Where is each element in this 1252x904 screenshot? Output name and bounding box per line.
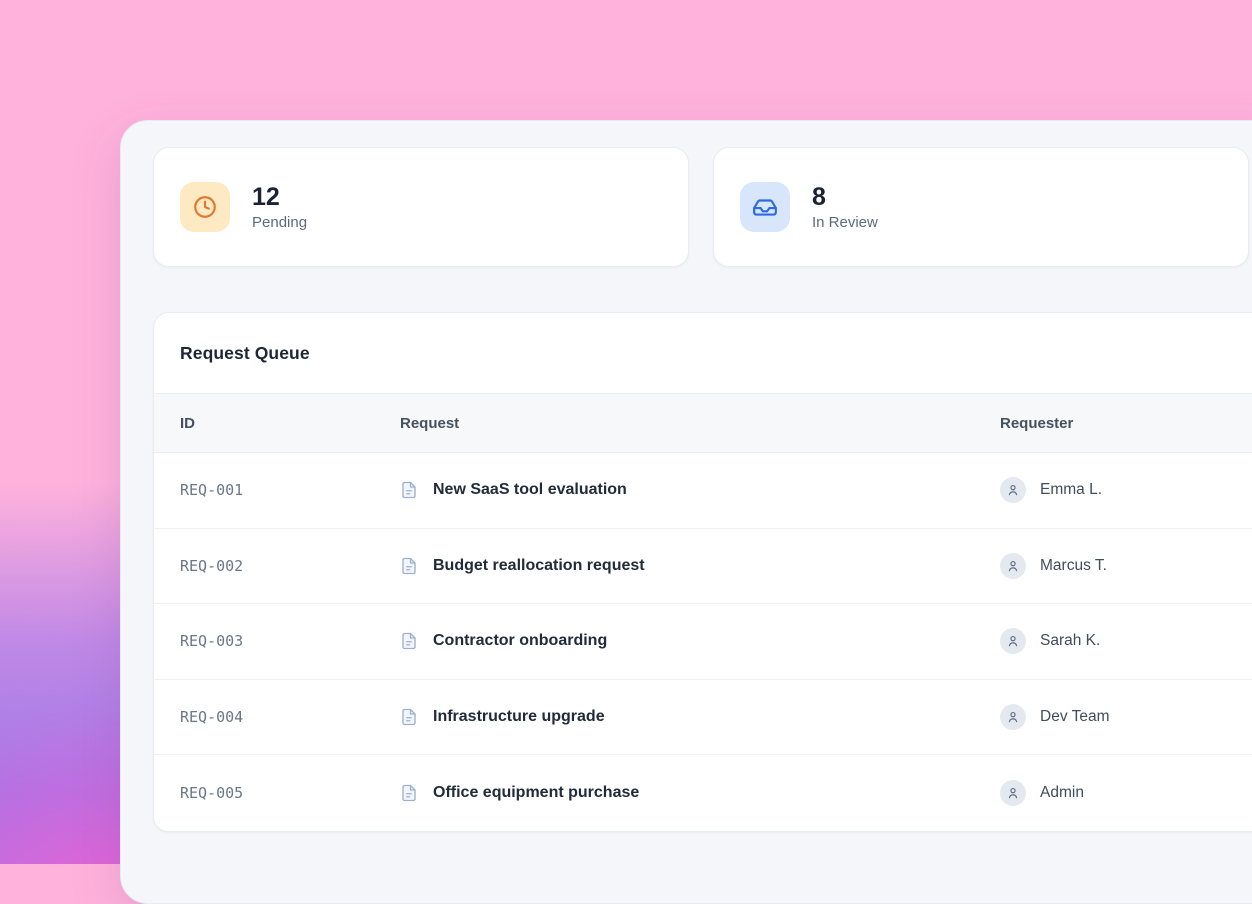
- requester-cell: Dev Team: [1000, 704, 1252, 730]
- request-title: Infrastructure upgrade: [433, 708, 605, 726]
- file-text-icon: [400, 631, 418, 651]
- stat-label: In Review: [812, 214, 878, 231]
- user-icon: [1006, 559, 1020, 573]
- avatar: [1000, 704, 1026, 730]
- request-cell: Budget reallocation request: [400, 556, 1000, 576]
- file-text-icon: [400, 707, 418, 727]
- request-cell: New SaaS tool evaluation: [400, 480, 1000, 500]
- stat-card-in-review[interactable]: 8 In Review: [713, 147, 1249, 267]
- request-id: REQ-002: [180, 557, 400, 575]
- table-row[interactable]: REQ-005 Office equipment purchase: [154, 755, 1252, 831]
- requester-name: Dev Team: [1040, 708, 1110, 726]
- request-id: REQ-004: [180, 708, 400, 726]
- table-title-bar: Request Queue: [154, 313, 1252, 393]
- requester-name: Sarah K.: [1040, 632, 1100, 650]
- column-header-requester: Requester: [1000, 415, 1252, 432]
- stat-value: 8: [812, 183, 878, 212]
- request-title: New SaaS tool evaluation: [433, 481, 627, 499]
- request-queue-card: Request Queue ID Request Requester REQ-0…: [153, 312, 1252, 832]
- main-panel: 12 Pending 8 In Review Request Queue ID …: [120, 120, 1252, 904]
- table-row[interactable]: REQ-001 New SaaS tool evaluation: [154, 453, 1252, 529]
- avatar: [1000, 477, 1026, 503]
- request-cell: Office equipment purchase: [400, 783, 1000, 803]
- table-row[interactable]: REQ-002 Budget reallocation request: [154, 529, 1252, 605]
- requester-cell: Admin: [1000, 780, 1252, 806]
- page-title: Request Queue: [180, 343, 310, 364]
- requester-name: Marcus T.: [1040, 557, 1107, 575]
- stat-text: 12 Pending: [252, 183, 307, 232]
- table-row[interactable]: REQ-003 Contractor onboarding: [154, 604, 1252, 680]
- file-text-icon: [400, 783, 418, 803]
- table-header-row: ID Request Requester: [154, 393, 1252, 453]
- stat-text: 8 In Review: [812, 183, 878, 232]
- column-header-request: Request: [400, 415, 1000, 432]
- avatar: [1000, 780, 1026, 806]
- requester-name: Emma L.: [1040, 481, 1102, 499]
- column-header-id: ID: [180, 415, 400, 432]
- table-row[interactable]: REQ-004 Infrastructure upgrade: [154, 680, 1252, 756]
- clock-icon: [180, 182, 230, 232]
- avatar: [1000, 553, 1026, 579]
- request-id: REQ-003: [180, 632, 400, 650]
- file-text-icon: [400, 556, 418, 576]
- inbox-icon: [740, 182, 790, 232]
- stat-value: 12: [252, 183, 307, 212]
- requester-cell: Sarah K.: [1000, 628, 1252, 654]
- request-cell: Contractor onboarding: [400, 631, 1000, 651]
- file-text-icon: [400, 480, 418, 500]
- requester-cell: Emma L.: [1000, 477, 1252, 503]
- request-cell: Infrastructure upgrade: [400, 707, 1000, 727]
- request-id: REQ-005: [180, 784, 400, 802]
- request-title: Contractor onboarding: [433, 632, 607, 650]
- requester-name: Admin: [1040, 784, 1084, 802]
- request-id: REQ-001: [180, 481, 400, 499]
- stat-label: Pending: [252, 214, 307, 231]
- request-title: Budget reallocation request: [433, 557, 645, 575]
- avatar: [1000, 628, 1026, 654]
- requester-cell: Marcus T.: [1000, 553, 1252, 579]
- user-icon: [1006, 634, 1020, 648]
- stat-card-pending[interactable]: 12 Pending: [153, 147, 689, 267]
- user-icon: [1006, 483, 1020, 497]
- user-icon: [1006, 786, 1020, 800]
- user-icon: [1006, 710, 1020, 724]
- stats-row: 12 Pending 8 In Review: [153, 147, 1249, 267]
- request-title: Office equipment purchase: [433, 784, 639, 802]
